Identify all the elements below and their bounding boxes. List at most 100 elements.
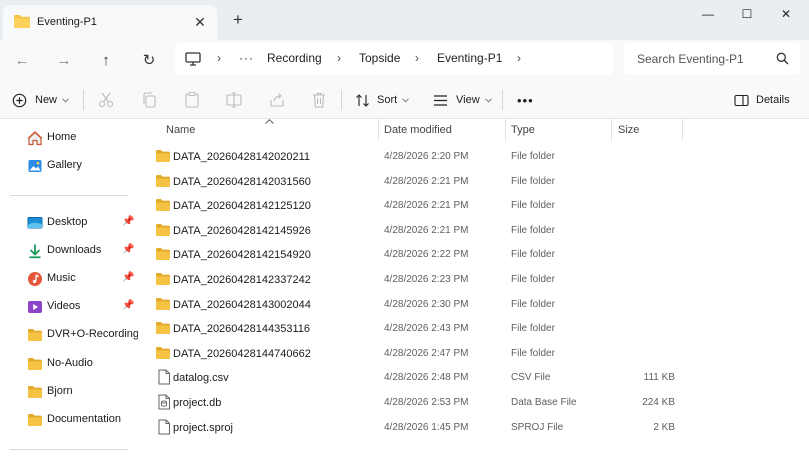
search-icon[interactable] [776,52,789,68]
folder-icon [155,297,171,314]
sidebar-item-label: Documentation [47,413,121,425]
sidebar-item-music[interactable]: Music 📌 [0,267,137,291]
back-button[interactable]: ← [8,47,36,75]
tab-close-icon[interactable]: ✕ [190,12,210,32]
breadcrumb-separator[interactable]: › [337,51,341,65]
folder-icon [28,386,42,398]
column-header-type[interactable]: Type [511,124,535,136]
details-pane-icon [734,94,749,106]
sidebar-item-home[interactable]: Home [0,126,137,150]
column-headers: Name Date modified Type Size [138,119,809,141]
table-row[interactable]: DATA_20260428143002044 4/28/2026 2:30 PM F… [138,293,809,317]
table-row[interactable]: DATA_20260428142125120 4/28/2026 2:21 PM F… [138,194,809,218]
paste-icon[interactable] [183,91,201,109]
file-date-modified: 4/28/2026 2:20 PM [384,151,469,162]
folder-icon [155,247,171,264]
sidebar-item-no-audio[interactable]: No-Audio [0,352,137,376]
table-row[interactable]: DATA_20260428142020211 4/28/2026 2:20 PM F… [138,145,809,169]
table-row[interactable]: DATA_20260428144353116 4/28/2026 2:43 PM F… [138,317,809,341]
sidebar-item-bjorn[interactable]: Bjorn [0,380,137,404]
file-name: DATA_20260428142154920 [173,249,311,262]
desktop-icon [27,217,43,229]
sidebar-item-label: Videos [47,300,81,312]
file-list: Name Date modified Type Size DATA_202604… [138,119,809,460]
breadcrumb-eventing-p1[interactable]: Eventing-P1 [437,51,502,65]
pin-icon[interactable]: 📌 [122,272,134,283]
pin-icon[interactable]: 📌 [122,300,134,311]
breadcrumb-overflow[interactable]: ··· [239,51,254,65]
sidebar-item-videos[interactable]: Videos 📌 [0,295,137,319]
column-header-name[interactable]: Name [166,124,195,136]
details-button[interactable]: Details [734,82,790,118]
videos-icon [28,301,42,313]
sort-button[interactable]: Sort [355,82,410,118]
breadcrumb-separator[interactable]: › [517,51,521,65]
file-date-modified: 4/28/2026 2:48 PM [384,372,469,384]
file-name: project.sproj [173,421,233,434]
cut-icon[interactable] [97,91,115,109]
tab-eventing-p1[interactable]: Eventing-P1 ✕ [3,5,217,40]
file-type: File folder [511,347,555,359]
tab-title: Eventing-P1 [37,16,97,28]
view-button[interactable]: View [433,82,492,118]
column-divider[interactable] [611,119,612,141]
breadcrumb-topside[interactable]: Topside [359,51,400,65]
more-options-button[interactable]: ••• [517,82,534,118]
sidebar-item-desktop[interactable]: Desktop 📌 [0,211,137,235]
minimize-button[interactable]: — [694,4,722,24]
file-name: DATA_20260428142125120 [173,200,311,213]
file-type: File folder [511,224,555,236]
folder-icon [155,174,171,191]
file-date-modified: 4/28/2026 2:22 PM [384,249,469,261]
breadcrumb-recording[interactable]: Recording [267,51,322,65]
column-divider[interactable] [682,119,683,141]
close-window-button[interactable]: ✕ [772,4,800,24]
sidebar-item-documentation[interactable]: Documentation [0,408,137,432]
pin-icon[interactable]: 📌 [122,244,134,255]
file-icon [157,369,171,388]
table-row[interactable]: DATA_20260428144740662 4/28/2026 2:47 PM F… [138,342,809,366]
pin-icon[interactable]: 📌 [122,216,134,227]
copy-icon[interactable] [140,91,158,109]
refresh-button[interactable]: ↻ [135,47,163,75]
breadcrumb-separator[interactable]: › [217,51,221,65]
file-icon [157,419,171,438]
file-type: File folder [511,274,555,285]
sort-icon [356,93,369,107]
column-divider[interactable] [505,119,506,141]
column-header-size[interactable]: Size [618,124,639,136]
search-box[interactable]: Search Eventing-P1 [624,43,800,75]
table-row[interactable]: DATA_20260428142031560 4/28/2026 2:21 PM F… [138,170,809,194]
navigation-bar: ← → ↑ ↻ › ··· Recording › Topside › Even… [0,40,809,82]
gallery-icon [28,160,42,172]
table-row[interactable]: DATA_20260428142154920 4/28/2026 2:22 PM F… [138,243,809,267]
maximize-button[interactable]: ☐ [733,4,761,24]
file-size: 2 KB [653,421,675,433]
table-row[interactable]: project.db 4/28/2026 2:53 PM Data Base Fil… [138,391,809,415]
rename-icon[interactable] [225,91,243,109]
table-row[interactable]: project.sproj 4/28/2026 1:45 PM SPROJ File… [138,416,809,440]
new-button[interactable]: New [12,82,69,118]
table-row[interactable]: DATA_20260428142337242 4/28/2026 2:23 PM F… [138,268,809,292]
table-row[interactable]: datalog.csv 4/28/2026 2:48 PM CSV File 111 … [138,366,809,390]
delete-icon[interactable] [310,91,328,109]
sidebar-item-label: Downloads [47,244,102,256]
breadcrumb-separator[interactable]: › [415,51,419,65]
file-type: File folder [511,323,555,335]
sidebar-item-gallery[interactable]: Gallery [0,154,137,178]
new-tab-button[interactable]: + [228,10,248,30]
title-bar: Eventing-P1 ✕ + — ☐ ✕ [0,0,809,40]
sidebar-item-dvr-o-recording[interactable]: DVR+O-Recording [0,323,139,347]
table-row[interactable]: DATA_20260428142145926 4/28/2026 2:21 PM F… [138,219,809,243]
column-header-date[interactable]: Date modified [384,124,452,136]
share-icon[interactable] [268,91,286,109]
navigation-pane: Home Gallery Desktop 📌 Downloads 📌 Music… [0,119,139,460]
forward-button[interactable]: → [50,47,78,75]
downloads-icon [29,244,41,259]
up-button[interactable]: ↑ [92,47,120,75]
column-divider[interactable] [378,119,379,141]
folder-icon [155,223,171,240]
sidebar-item-downloads[interactable]: Downloads 📌 [0,239,137,263]
this-pc-icon[interactable] [185,52,201,69]
address-bar[interactable]: › ··· Recording › Topside › Eventing-P1 … [175,43,613,75]
